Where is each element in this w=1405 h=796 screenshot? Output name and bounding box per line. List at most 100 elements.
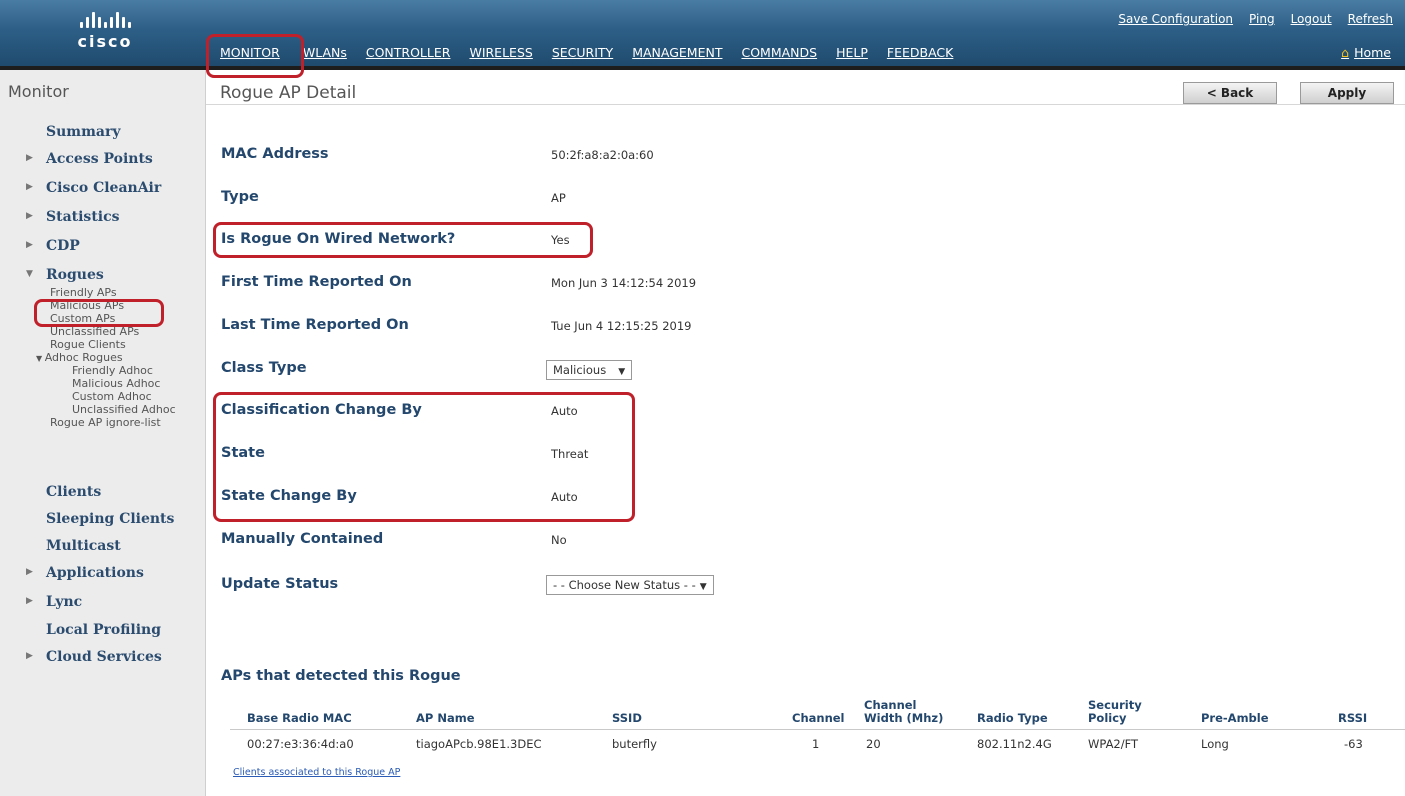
nav-wireless[interactable]: WIRELESS: [469, 45, 532, 60]
collapse-arrow-icon: ▼: [36, 354, 45, 363]
clients-associated-link[interactable]: Clients associated to this Rogue AP: [233, 767, 400, 778]
nav-commands[interactable]: COMMANDS: [741, 45, 817, 60]
sidebar-sub-adhoc-rogues[interactable]: ▼ Adhoc Rogues: [36, 351, 123, 364]
table-cell-base-radio-mac: 00:27:e3:36:4d:a0: [247, 737, 354, 751]
field-label-on-wired-network: Is Rogue On Wired Network?: [221, 231, 456, 247]
field-value-first-reported: Mon Jun 3 14:12:54 2019: [551, 276, 697, 290]
sidebar-sub-unclassified-adhoc[interactable]: Unclassified Adhoc: [72, 403, 176, 416]
nav-controller[interactable]: CONTROLLER: [366, 45, 451, 60]
table-cell-pre-amble: Long: [1201, 737, 1229, 751]
expand-arrow-icon: ▶: [26, 240, 33, 250]
banner-divider: [0, 66, 1405, 70]
sidebar-item-access-points[interactable]: Access Points: [46, 151, 153, 167]
table-cell-rssi: -63: [1344, 737, 1363, 751]
ping-link[interactable]: Ping: [1249, 12, 1275, 26]
cisco-logo-text: cisco: [77, 32, 133, 51]
field-label-last-reported: Last Time Reported On: [221, 317, 409, 333]
field-value-classification-change-by: Auto: [551, 404, 578, 418]
title-divider: [206, 104, 1405, 105]
table-header-base-radio-mac: Base Radio MAC: [247, 711, 352, 725]
collapse-arrow-icon: ▼: [26, 269, 33, 279]
table-header-rssi: RSSI: [1338, 711, 1368, 725]
dropdown-caret-icon: ▼: [618, 367, 626, 377]
field-label-class-type: Class Type: [221, 360, 307, 376]
update-status-selected: - - Choose New Status - -: [553, 578, 696, 592]
sidebar-item-local-profiling[interactable]: Local Profiling: [46, 622, 161, 638]
sidebar-sub-malicious-aps[interactable]: Malicious APs: [50, 299, 124, 312]
table-cell-security-policy: WPA2/FT: [1088, 737, 1139, 751]
table-header-channel-width: Channel Width (Mhz): [864, 698, 944, 725]
field-value-last-reported: Tue Jun 4 12:15:25 2019: [551, 319, 692, 333]
cisco-logo-bars-icon: [50, 10, 160, 28]
sidebar-item-rogues[interactable]: Rogues: [46, 267, 104, 283]
sidebar-item-lync[interactable]: Lync: [46, 594, 82, 610]
table-header-radio-type: Radio Type: [977, 711, 1048, 725]
class-type-select[interactable]: Malicious ▼: [546, 360, 633, 380]
field-value-mac-address: 50:2f:a8:a2:0a:60: [551, 148, 654, 162]
refresh-link[interactable]: Refresh: [1348, 12, 1393, 26]
home-icon: ⌂: [1341, 45, 1350, 60]
nav-help[interactable]: HELP: [836, 45, 868, 60]
expand-arrow-icon: ▶: [26, 153, 33, 163]
field-value-state-change-by: Auto: [551, 490, 578, 504]
sidebar-sub-malicious-adhoc[interactable]: Malicious Adhoc: [72, 377, 160, 390]
nav-wlans[interactable]: WLANs: [303, 45, 347, 60]
sidebar-sub-rogue-clients[interactable]: Rogue Clients: [50, 338, 126, 351]
sidebar-sub-unclassified-aps[interactable]: Unclassified APs: [50, 325, 139, 338]
sidebar-title: Monitor: [8, 82, 69, 101]
field-label-classification-change-by: Classification Change By: [221, 402, 422, 418]
field-label-type: Type: [221, 189, 259, 205]
field-value-manually-contained: No: [551, 533, 567, 547]
table-cell-channel: 1: [812, 737, 820, 751]
sidebar-item-applications[interactable]: Applications: [46, 565, 144, 581]
table-cell-radio-type: 802.11n2.4G: [977, 737, 1052, 751]
field-label-first-reported: First Time Reported On: [221, 274, 412, 290]
field-label-update-status: Update Status: [221, 576, 339, 592]
sidebar-item-multicast[interactable]: Multicast: [46, 538, 121, 554]
table-header-channel: Channel: [792, 711, 845, 725]
apply-button[interactable]: Apply: [1300, 82, 1394, 104]
class-type-selected: Malicious: [553, 363, 607, 377]
sidebar-item-statistics[interactable]: Statistics: [46, 209, 120, 225]
nav-management[interactable]: MANAGEMENT: [632, 45, 722, 60]
sidebar-sub-custom-aps[interactable]: Custom APs: [50, 312, 115, 325]
logout-link[interactable]: Logout: [1291, 12, 1332, 26]
sidebar-item-summary[interactable]: Summary: [46, 124, 121, 140]
update-status-select[interactable]: - - Choose New Status - - ▼: [546, 575, 714, 595]
sidebar-sub-friendly-aps[interactable]: Friendly APs: [50, 286, 117, 299]
table-header-ssid: SSID: [612, 711, 642, 725]
cisco-logo: cisco: [50, 10, 160, 60]
back-button[interactable]: < Back: [1183, 82, 1277, 104]
sidebar-item-cdp[interactable]: CDP: [46, 238, 80, 254]
table-header-ap-name: AP Name: [416, 711, 475, 725]
save-configuration-link[interactable]: Save Configuration: [1118, 12, 1233, 26]
page-title: Rogue AP Detail: [220, 83, 357, 103]
table-cell-ssid: buterfly: [612, 737, 657, 751]
sidebar-item-sleeping-clients[interactable]: Sleeping Clients: [46, 511, 174, 527]
sidebar-sub-custom-adhoc[interactable]: Custom Adhoc: [72, 390, 152, 403]
sidebar-sub-friendly-adhoc[interactable]: Friendly Adhoc: [72, 364, 153, 377]
sidebar-sub-ignore-list[interactable]: Rogue AP ignore-list: [50, 416, 161, 429]
sidebar-item-clients[interactable]: Clients: [46, 484, 101, 500]
top-links: Save Configuration Ping Logout Refresh: [1118, 12, 1393, 26]
detecting-aps-title: APs that detected this Rogue: [221, 668, 461, 684]
table-header-divider: [230, 729, 1405, 730]
dropdown-caret-icon: ▼: [699, 582, 707, 592]
expand-arrow-icon: ▶: [26, 211, 33, 221]
home-label: Home: [1354, 45, 1391, 60]
expand-arrow-icon: ▶: [26, 182, 33, 192]
expand-arrow-icon: ▶: [26, 567, 33, 577]
table-cell-channel-width: 20: [866, 737, 881, 751]
table-header-pre-amble: Pre-Amble: [1201, 711, 1269, 725]
expand-arrow-icon: ▶: [26, 596, 33, 606]
nav-monitor[interactable]: MONITOR: [216, 45, 284, 60]
field-label-mac-address: MAC Address: [221, 146, 329, 162]
field-label-state: State: [221, 445, 265, 461]
nav-security[interactable]: SECURITY: [552, 45, 613, 60]
sidebar-item-cisco-cleanair[interactable]: Cisco CleanAir: [46, 180, 161, 196]
field-label-manually-contained: Manually Contained: [221, 531, 384, 547]
sidebar-item-cloud-services[interactable]: Cloud Services: [46, 649, 162, 665]
field-label-state-change-by: State Change By: [221, 488, 357, 504]
home-link[interactable]: ⌂ Home: [1341, 45, 1391, 60]
nav-feedback[interactable]: FEEDBACK: [887, 45, 953, 60]
